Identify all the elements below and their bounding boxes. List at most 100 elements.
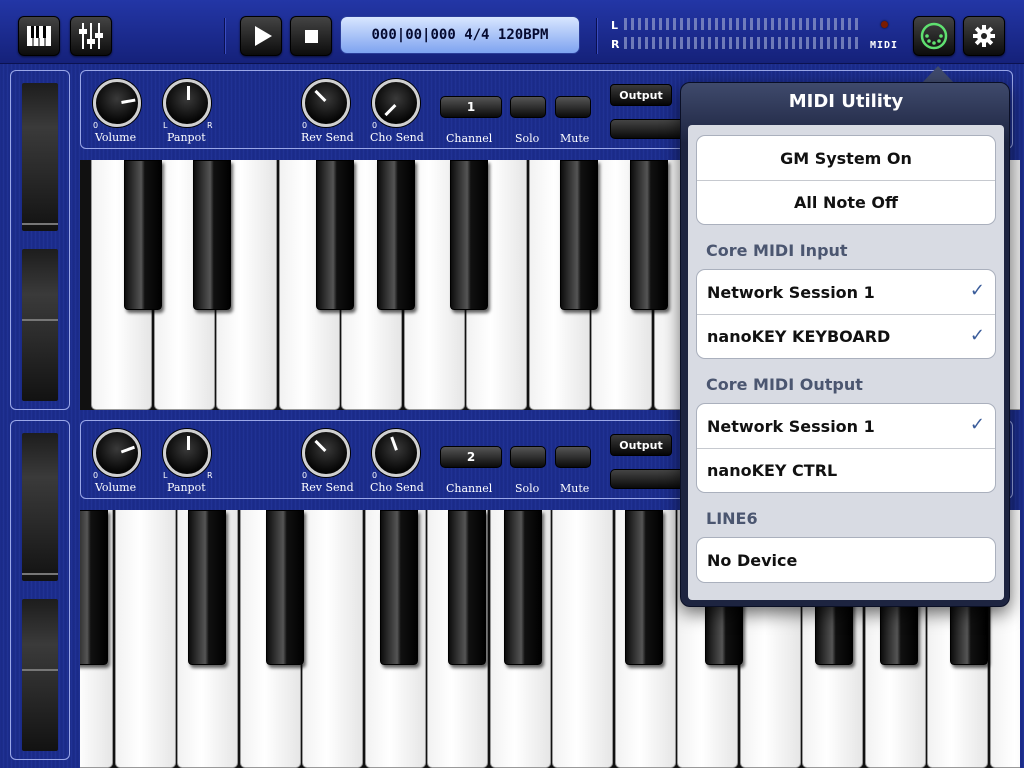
cho-send-label: Cho Send xyxy=(370,131,424,144)
black-key[interactable] xyxy=(560,160,598,310)
mute-button-1[interactable] xyxy=(555,96,591,118)
popover-arrow xyxy=(922,66,954,83)
black-key[interactable] xyxy=(630,160,668,310)
meter-left-label: L xyxy=(611,19,619,32)
black-key[interactable] xyxy=(266,510,304,665)
gear-icon xyxy=(973,25,995,47)
list-item-label: Network Session 1 xyxy=(707,282,875,302)
panpot-label: Panpot xyxy=(167,131,206,144)
rev-send-label: Rev Send xyxy=(301,481,354,494)
pitch-bend-wheel-2[interactable] xyxy=(22,433,58,581)
settings-button[interactable] xyxy=(963,16,1005,56)
line6-header: LINE6 xyxy=(706,509,758,528)
white-key[interactable] xyxy=(114,510,176,768)
black-key[interactable] xyxy=(188,510,226,665)
knob-mark-zero: 0 xyxy=(372,121,378,130)
output-network-session-1[interactable]: Network Session 1 ✓ xyxy=(697,404,995,448)
input-network-session-1[interactable]: Network Session 1 ✓ xyxy=(697,270,995,314)
output-selector-1[interactable] xyxy=(610,119,690,139)
rev-send-label: Rev Send xyxy=(301,131,354,144)
checkmark-icon: ✓ xyxy=(969,414,985,435)
mute-button-2[interactable] xyxy=(555,446,591,468)
midi-activity-led xyxy=(881,21,888,28)
white-key[interactable] xyxy=(302,510,363,768)
black-key[interactable] xyxy=(448,510,486,665)
midi-utility-button[interactable] xyxy=(913,16,955,56)
cho-send-label: Cho Send xyxy=(370,481,424,494)
black-key[interactable] xyxy=(316,160,354,310)
knob-mark-zero: 0 xyxy=(93,471,99,480)
pitch-bend-wheel-1[interactable] xyxy=(22,83,58,231)
channel-label: Channel xyxy=(446,132,493,145)
midi-connector-icon xyxy=(920,22,948,50)
position-display[interactable]: 000|00|000 4/4 120BPM xyxy=(340,16,580,54)
panpot-knob-2[interactable] xyxy=(163,429,211,477)
solo-button-2[interactable] xyxy=(510,446,546,468)
output-selector-2[interactable] xyxy=(610,469,690,489)
toolbar-separator xyxy=(596,18,598,54)
popover-title: MIDI Utility xyxy=(788,91,904,112)
knob-mark-left: L xyxy=(163,121,168,130)
black-key[interactable] xyxy=(625,510,663,665)
panpot-label: Panpot xyxy=(167,481,206,494)
knob-mark-left: L xyxy=(163,471,168,480)
black-key[interactable] xyxy=(80,510,108,665)
rev-send-knob-1[interactable] xyxy=(302,79,350,127)
solo-button-1[interactable] xyxy=(510,96,546,118)
list-item-label: nanoKEY KEYBOARD xyxy=(707,327,891,346)
level-meter-left xyxy=(624,18,860,30)
knob-mark-zero: 0 xyxy=(372,471,378,480)
channel-selector-2[interactable]: 2 xyxy=(440,446,502,468)
stop-button[interactable] xyxy=(290,16,332,56)
play-button[interactable] xyxy=(240,16,282,56)
white-key[interactable] xyxy=(552,510,613,768)
cho-send-knob-1[interactable] xyxy=(372,79,420,127)
knob-mark-zero: 0 xyxy=(302,121,308,130)
line6-no-device[interactable]: No Device xyxy=(697,538,995,582)
knob-mark-zero: 0 xyxy=(302,471,308,480)
panpot-knob-1[interactable] xyxy=(163,79,211,127)
channel-selector-1[interactable]: 1 xyxy=(440,96,502,118)
black-key[interactable] xyxy=(450,160,488,310)
knob-mark-right: R xyxy=(207,121,213,130)
cho-send-knob-2[interactable] xyxy=(372,429,420,477)
channel-label: Channel xyxy=(446,482,493,495)
core-midi-output-header: Core MIDI Output xyxy=(706,375,863,394)
checkmark-icon: ✓ xyxy=(969,280,985,301)
volume-label: Volume xyxy=(95,131,137,144)
all-note-off-button[interactable]: All Note Off xyxy=(697,180,995,224)
modulation-wheel-2[interactable] xyxy=(22,599,58,751)
modulation-wheel-1[interactable] xyxy=(22,249,58,401)
input-nanokey-keyboard[interactable]: nanoKEY KEYBOARD ✓ xyxy=(697,314,995,358)
black-key[interactable] xyxy=(380,510,418,665)
knob-mark-right: R xyxy=(207,471,213,480)
volume-knob-1[interactable] xyxy=(93,79,141,127)
black-key[interactable] xyxy=(193,160,231,310)
output-nanokey-ctrl[interactable]: nanoKEY CTRL xyxy=(697,448,995,492)
rev-send-knob-2[interactable] xyxy=(302,429,350,477)
midi-utility-popover: MIDI Utility GM System On All Note Off C… xyxy=(680,82,1010,607)
wheel-panel-2 xyxy=(10,420,70,760)
stop-icon xyxy=(304,29,318,43)
black-key[interactable] xyxy=(504,510,542,665)
volume-knob-2[interactable] xyxy=(93,429,141,477)
volume-label: Volume xyxy=(95,481,137,494)
mute-label: Mute xyxy=(560,132,590,145)
toolbar-separator xyxy=(224,18,226,54)
core-midi-input-header: Core MIDI Input xyxy=(706,241,848,260)
black-key[interactable] xyxy=(124,160,162,310)
mixer-button[interactable] xyxy=(70,16,112,56)
wheel-panel-1 xyxy=(10,70,70,410)
list-item-label: Network Session 1 xyxy=(707,416,875,436)
gm-system-on-button[interactable]: GM System On xyxy=(697,136,995,180)
output-button-2[interactable]: Output xyxy=(610,434,672,456)
piano-keys-button[interactable] xyxy=(18,16,60,56)
line6-group: No Device xyxy=(696,537,996,583)
mute-label: Mute xyxy=(560,482,590,495)
output-button-1[interactable]: Output xyxy=(610,84,672,106)
mixer-sliders-icon xyxy=(79,23,103,49)
list-item-label: No Device xyxy=(707,550,798,570)
checkmark-icon: ✓ xyxy=(969,325,985,346)
solo-label: Solo xyxy=(515,482,540,495)
black-key[interactable] xyxy=(377,160,415,310)
